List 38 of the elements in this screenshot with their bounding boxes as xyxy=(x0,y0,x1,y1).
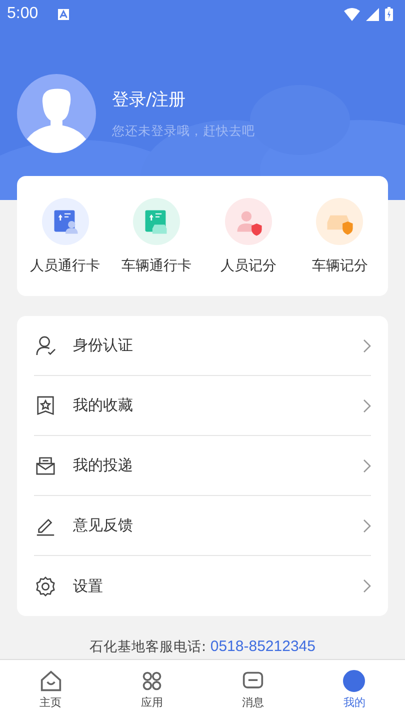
tab[interactable]: 消息 xyxy=(202,660,304,720)
tab[interactable]: 我的 xyxy=(304,660,405,720)
clock: 5:00 xyxy=(7,5,38,23)
tab[interactable]: 主页 xyxy=(0,660,102,720)
login-hint: 您还未登录哦，赶快去吧 xyxy=(112,122,255,140)
menu-item[interactable]: 设置 xyxy=(34,556,371,616)
grid-icon xyxy=(140,670,163,692)
pass-card-icon xyxy=(42,198,88,244)
shortcut-button[interactable]: 车辆通行卡 xyxy=(112,198,201,274)
star-badge-icon xyxy=(35,395,56,416)
chevron-right-icon xyxy=(363,518,371,532)
tab[interactable]: 应用 xyxy=(101,660,202,720)
menu-item[interactable]: 身份认证 xyxy=(34,316,371,376)
chevron-right-icon xyxy=(363,398,371,412)
shortcut-button[interactable]: 人员通行卡 xyxy=(21,198,109,274)
avatar-icon[interactable] xyxy=(17,74,96,153)
mail-tray-icon xyxy=(35,455,56,476)
chevron-right-icon xyxy=(363,458,371,472)
phone-link[interactable]: 0518-85212345 xyxy=(210,638,316,655)
settings-icon xyxy=(35,576,56,596)
shortcut-button[interactable]: 车辆记分 xyxy=(296,198,384,274)
chevron-right-icon xyxy=(363,338,371,352)
signal-icon xyxy=(366,8,379,20)
menu-item[interactable]: 我的收藏 xyxy=(34,376,371,436)
hotline-label: 石化基地客服电话: xyxy=(90,639,206,655)
user-check-icon xyxy=(35,335,56,356)
login-link[interactable]: 登录/注册 xyxy=(112,88,255,110)
score-badge-icon xyxy=(316,198,364,244)
menu-item[interactable]: 我的投递 xyxy=(34,436,371,496)
score-badge-icon xyxy=(224,198,272,244)
home-icon xyxy=(40,670,62,692)
menu-item[interactable]: 意见反馈 xyxy=(34,496,371,556)
notification-icon xyxy=(58,8,70,20)
wifi-icon xyxy=(344,8,360,20)
shortcut-button[interactable]: 人员记分 xyxy=(204,198,292,274)
chevron-right-icon xyxy=(363,579,371,593)
pass-card-icon xyxy=(133,198,180,244)
battery-icon xyxy=(385,7,393,21)
